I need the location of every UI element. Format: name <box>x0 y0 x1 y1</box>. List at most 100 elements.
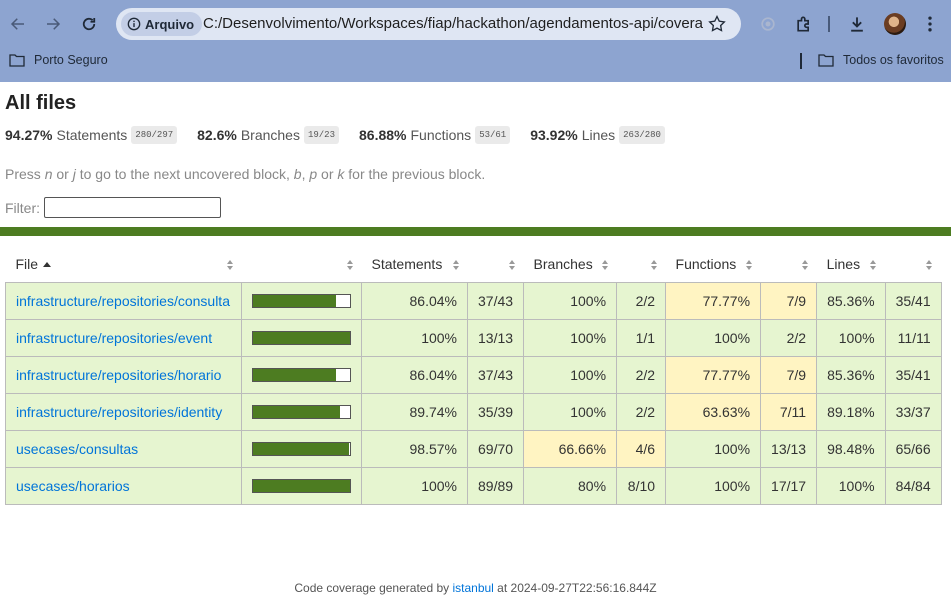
column-header-branches[interactable]: Branches <box>524 247 617 282</box>
bookmark-label: Todos os favoritos <box>843 53 944 67</box>
summary-pct: 93.92% <box>530 127 578 143</box>
statements-fraction: 89/89 <box>466 466 525 505</box>
statements-fraction: 37/43 <box>466 281 525 320</box>
coverage-status-bar <box>0 227 951 236</box>
summary-label: Statements <box>56 127 128 143</box>
column-header-lines[interactable]: Lines <box>817 247 885 282</box>
coverage-bar-cell <box>241 392 362 431</box>
filter-input[interactable] <box>44 197 221 218</box>
file-link[interactable]: infrastructure/repositories/identity <box>16 404 222 420</box>
bookmark-star-icon[interactable] <box>707 14 727 34</box>
folder-icon <box>9 54 25 67</box>
coverage-bar-fill <box>253 405 340 418</box>
functions-fraction: 7/9 <box>760 281 818 320</box>
browser-toolbar: Arquivo C:/Desenvolvimento/Workspaces/fi… <box>0 0 951 48</box>
functions-pct: 77.77% <box>665 281 762 320</box>
file-link[interactable]: infrastructure/repositories/event <box>16 330 212 346</box>
branches-fraction: 2/2 <box>616 392 667 431</box>
summary-functions: 86.88% Functions 53/61 <box>359 126 511 144</box>
column-header-functions-raw[interactable] <box>761 247 817 282</box>
bookmark-porto-seguro[interactable]: Porto Seguro <box>9 53 108 67</box>
sort-icon[interactable] <box>452 259 460 271</box>
column-header-lines-raw[interactable] <box>885 247 941 282</box>
sort-icon[interactable] <box>601 259 609 271</box>
back-button[interactable] <box>4 10 32 38</box>
address-bar[interactable]: Arquivo C:/Desenvolvimento/Workspaces/fi… <box>116 8 741 40</box>
sort-ascending-icon <box>43 262 52 268</box>
footer: Code coverage generated by istanbul at 2… <box>294 581 657 595</box>
bookmark-all-favorites[interactable]: Todos os favoritos <box>818 53 944 67</box>
file-link[interactable]: usecases/horarios <box>16 478 130 494</box>
column-header-bar[interactable] <box>242 247 362 282</box>
lines-fraction: 33/37 <box>884 392 942 431</box>
lines-fraction: 84/84 <box>884 466 942 505</box>
reload-icon <box>82 17 96 31</box>
branches-pct: 100% <box>523 392 618 431</box>
file-cell: infrastructure/repositories/identity <box>5 392 242 431</box>
coverage-bar-fill <box>253 294 337 307</box>
file-cell: infrastructure/repositories/event <box>5 318 242 357</box>
profile-avatar[interactable] <box>884 13 906 35</box>
functions-pct: 100% <box>665 466 762 505</box>
file-link[interactable]: infrastructure/repositories/horario <box>16 367 221 383</box>
sort-icon[interactable] <box>508 259 516 271</box>
sort-icon[interactable] <box>346 259 354 271</box>
functions-fraction: 2/2 <box>760 318 818 357</box>
lines-fraction: 11/11 <box>884 318 942 357</box>
more-menu-icon[interactable] <box>918 12 942 36</box>
back-arrow-icon <box>10 18 24 30</box>
sort-icon[interactable] <box>869 259 877 271</box>
summary-fraction: 53/61 <box>475 126 511 144</box>
functions-fraction: 17/17 <box>760 466 818 505</box>
branches-fraction: 2/2 <box>616 281 667 320</box>
file-cell: usecases/horarios <box>5 466 242 505</box>
statements-fraction: 35/39 <box>466 392 525 431</box>
istanbul-link[interactable]: istanbul <box>452 581 493 595</box>
coverage-bar-cell <box>241 281 362 320</box>
lines-fraction: 65/66 <box>884 429 942 468</box>
column-header-statements[interactable]: Statements <box>362 247 468 282</box>
branches-pct: 100% <box>523 281 618 320</box>
sort-icon[interactable] <box>801 259 809 271</box>
functions-pct: 100% <box>665 318 762 357</box>
url-text[interactable]: C:/Desenvolvimento/Workspaces/fiap/hacka… <box>203 15 703 32</box>
column-header-branches-raw[interactable] <box>617 247 666 282</box>
reload-button[interactable] <box>75 10 103 38</box>
forward-arrow-icon <box>47 18 61 30</box>
file-link[interactable]: infrastructure/repositories/consulta <box>16 293 230 309</box>
branches-pct: 80% <box>523 466 618 505</box>
column-header-statements-raw[interactable] <box>468 247 524 282</box>
statements-fraction: 13/13 <box>466 318 525 357</box>
coverage-bar-cell <box>241 429 362 468</box>
statements-fraction: 37/43 <box>466 355 525 394</box>
statements-pct: 100% <box>361 466 468 505</box>
coverage-bar-fill <box>253 479 350 492</box>
site-chip-label: Arquivo <box>145 16 195 32</box>
column-header-functions[interactable]: Functions <box>666 247 761 282</box>
statements-pct: 86.04% <box>361 281 468 320</box>
extensions-puzzle-icon[interactable] <box>792 12 816 36</box>
sort-icon[interactable] <box>745 259 753 271</box>
forward-button[interactable] <box>39 10 67 38</box>
site-info-chip[interactable]: Arquivo <box>121 12 203 36</box>
bookmarks-bar: Porto Seguro Todos os favoritos <box>0 48 951 74</box>
extension-circle-icon[interactable] <box>756 12 780 36</box>
sort-icon[interactable] <box>650 259 658 271</box>
bookmark-label: Porto Seguro <box>34 53 108 67</box>
folder-icon <box>818 54 834 67</box>
summary-fraction: 263/280 <box>619 126 665 144</box>
lines-pct: 89.18% <box>816 392 886 431</box>
summary-pct: 82.6% <box>197 127 237 143</box>
coverage-bar <box>252 441 351 456</box>
column-header-file[interactable]: File <box>6 247 242 282</box>
page-title: All files <box>5 92 77 114</box>
coverage-bar-fill <box>253 368 337 381</box>
summary-fraction: 19/23 <box>303 126 339 144</box>
functions-fraction: 7/11 <box>760 392 818 431</box>
sort-icon[interactable] <box>226 259 234 271</box>
file-cell: infrastructure/repositories/horario <box>5 355 242 394</box>
download-icon[interactable] <box>845 12 869 36</box>
sort-icon[interactable] <box>925 259 933 271</box>
file-link[interactable]: usecases/consultas <box>16 441 138 457</box>
functions-fraction: 7/9 <box>760 355 818 394</box>
